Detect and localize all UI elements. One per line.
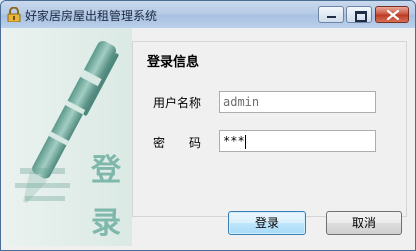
username-label: 用户名称 — [153, 96, 202, 110]
password-field[interactable]: *** — [219, 130, 376, 152]
window-title: 好家居房屋出租管理系统 — [25, 9, 158, 23]
pen-illustration: 登 录 — [15, 40, 122, 241]
password-label: 密 码 — [153, 136, 202, 150]
maximize-icon — [355, 11, 367, 22]
group-title: 登录信息 — [147, 55, 200, 70]
password-value: *** — [223, 134, 245, 148]
cancel-button[interactable]: 取消 — [326, 211, 402, 235]
username-field[interactable]: admin — [219, 91, 376, 113]
lock-icon — [6, 6, 22, 23]
login-window: 好家居房屋出租管理系统 登 录 登录信息 用户名称 admin 密 码 *** … — [0, 0, 416, 251]
banner-logo-char-2: 录 — [91, 206, 121, 241]
minimize-button[interactable] — [318, 6, 344, 23]
username-value: admin — [223, 95, 260, 109]
login-button[interactable]: 登录 — [228, 211, 306, 235]
window-content: 登 录 登录信息 用户名称 admin 密 码 *** 登录 取消 — [5, 28, 411, 246]
login-banner: 登 录 — [5, 28, 132, 246]
banner-logo-char-1: 登 — [90, 153, 122, 188]
minimize-icon — [327, 16, 336, 18]
title-bar[interactable]: 好家居房屋出租管理系统 — [1, 1, 415, 28]
maximize-button[interactable] — [346, 6, 372, 23]
close-button[interactable] — [375, 6, 409, 23]
close-icon — [387, 10, 399, 20]
text-caret — [244, 134, 246, 149]
